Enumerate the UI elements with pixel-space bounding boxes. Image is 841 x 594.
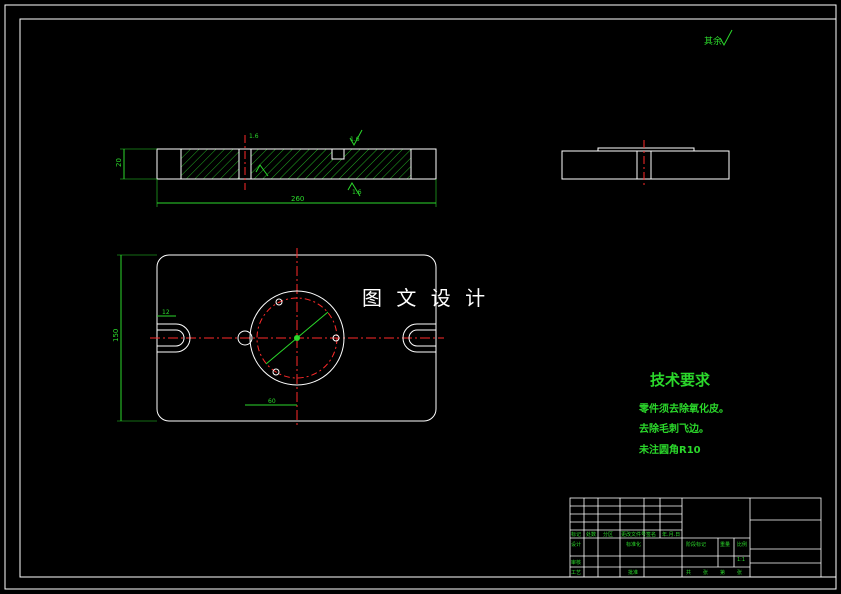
tb-standardization: 标准化 (626, 541, 641, 548)
tech-req-title: 技术要求 (650, 371, 711, 389)
tb-sheet: 张 (737, 569, 742, 576)
front-length-dim: 260 (291, 195, 304, 203)
technical-requirements: 技术要求 零件须去除氧化皮。 去除毛刺飞边。 未注圆角R10 (638, 371, 729, 456)
tech-req-line-3: 未注圆角R10 (638, 443, 701, 456)
side-view (561, 140, 730, 188)
offset-dim: 60 (268, 398, 276, 405)
slot-width-dim: 12 (162, 309, 170, 316)
watermark-text: 图 文 设 计 (362, 286, 489, 310)
tb-total: 共 (686, 569, 691, 576)
top-height-dim: 150 (112, 329, 120, 342)
tech-req-line-1: 零件须去除氧化皮。 (638, 402, 729, 415)
tb-signature: 签名 (646, 531, 656, 538)
tb-scale-value: 1:1 (737, 557, 745, 563)
tb-number: 第 (720, 569, 725, 576)
tb-approve: 批准 (628, 569, 638, 576)
tb-scale-label: 比例 (737, 541, 747, 548)
front-height-dim: 20 (115, 158, 123, 167)
roughness-ra-c: 1.6 (249, 133, 259, 140)
tb-weight: 重量 (720, 541, 730, 548)
roughness-note: 其余 (704, 29, 733, 47)
top-plan-view: 150 12 60 (112, 248, 444, 428)
tech-req-line-2: 去除毛刺飞边。 (639, 422, 709, 435)
roughness-ra-a: 1.6 (350, 136, 360, 143)
tb-stage-mark: 阶段标记 (686, 541, 706, 548)
tb-design: 设计 (571, 541, 581, 548)
front-section-view: 20 260 1.6 1.6 1.6 (115, 129, 437, 207)
tb-zone: 分区 (603, 531, 613, 538)
roughness-note-text: 其余 (704, 35, 722, 47)
tb-count: 处数 (586, 531, 596, 538)
tb-sheets: 张 (703, 569, 708, 576)
cad-drawing: 其余 20 260 1.6 1.6 1.6 150 12 60 图 文 设 计 … (4, 4, 837, 590)
tb-review: 审核 (571, 559, 581, 566)
tb-process: 工艺 (571, 570, 581, 576)
roughness-ra-b: 1.6 (352, 189, 362, 196)
tb-change-doc: 更改文件号 (621, 531, 646, 538)
tb-date: 年.月.日 (662, 531, 680, 538)
tb-mark: 标记 (571, 531, 581, 538)
